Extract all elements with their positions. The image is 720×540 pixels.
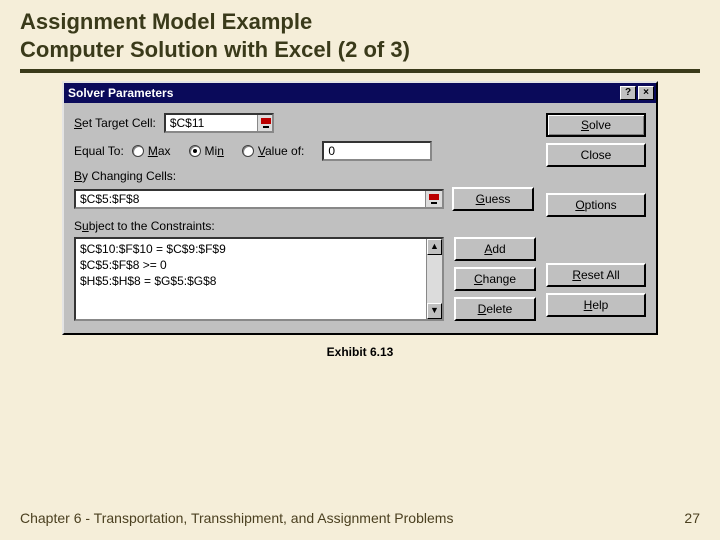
radio-dot-icon: [189, 145, 201, 157]
target-cell-input[interactable]: [164, 113, 274, 133]
constraints-label: Subject to the Constraints:: [74, 219, 536, 233]
radio-min-label: Min: [205, 144, 224, 158]
refedit-icon[interactable]: [257, 115, 272, 131]
radio-max[interactable]: Max: [132, 144, 171, 158]
slide-footer: Chapter 6 - Transportation, Transshipmen…: [20, 510, 700, 526]
changing-cells-input[interactable]: [74, 189, 444, 209]
guess-button[interactable]: Guess: [452, 187, 534, 211]
footer-left: Chapter 6 - Transportation, Transshipmen…: [20, 510, 453, 526]
exhibit-caption: Exhibit 6.13: [0, 345, 720, 359]
refedit-icon[interactable]: [425, 191, 442, 207]
by-changing-label: By Changing Cells:: [74, 169, 536, 183]
options-button[interactable]: Options: [546, 193, 646, 217]
list-item[interactable]: $C$10:$F$10 = $C$9:$F$9: [80, 241, 422, 257]
target-cell-field[interactable]: [166, 115, 257, 131]
close-icon[interactable]: ×: [638, 86, 654, 100]
changing-cells-field[interactable]: [76, 191, 425, 207]
page-number: 27: [684, 510, 700, 526]
dialog-title: Solver Parameters: [68, 86, 620, 100]
radio-dot-icon: [132, 145, 144, 157]
help-icon[interactable]: ?: [620, 86, 636, 100]
radio-value-of[interactable]: Value of:: [242, 144, 305, 158]
close-button[interactable]: Close: [546, 143, 646, 167]
set-target-label: Set Target Cell:: [74, 116, 156, 130]
help-button[interactable]: Help: [546, 293, 646, 317]
value-of-input[interactable]: [322, 141, 432, 161]
slide-title-line2: Computer Solution with Excel (2 of 3): [20, 36, 700, 64]
radio-valueof-label: Value of:: [258, 144, 305, 158]
equal-to-label: Equal To:: [74, 144, 124, 158]
slide-title-line1: Assignment Model Example: [20, 8, 700, 36]
list-item[interactable]: $C$5:$F$8 >= 0: [80, 257, 422, 273]
change-button[interactable]: Change: [454, 267, 536, 291]
title-divider: [20, 69, 700, 73]
reset-all-button[interactable]: Reset All: [546, 263, 646, 287]
titlebar[interactable]: Solver Parameters ? ×: [64, 83, 656, 103]
slide-title: Assignment Model Example Computer Soluti…: [0, 0, 720, 67]
radio-min[interactable]: Min: [189, 144, 224, 158]
radio-max-label: Max: [148, 144, 171, 158]
add-button[interactable]: Add: [454, 237, 536, 261]
radio-dot-icon: [242, 145, 254, 157]
constraints-items: $C$10:$F$10 = $C$9:$F$9 $C$5:$F$8 >= 0 $…: [76, 239, 426, 319]
list-item[interactable]: $H$5:$H$8 = $G$5:$G$8: [80, 273, 422, 289]
constraints-listbox[interactable]: $C$10:$F$10 = $C$9:$F$9 $C$5:$F$8 >= 0 $…: [74, 237, 444, 321]
solver-parameters-dialog: Solver Parameters ? × Set Target Cell: E…: [62, 81, 658, 335]
scroll-down-icon[interactable]: ▼: [427, 303, 442, 319]
scrollbar[interactable]: ▲ ▼: [426, 239, 442, 319]
delete-button[interactable]: Delete: [454, 297, 536, 321]
scroll-up-icon[interactable]: ▲: [427, 239, 442, 255]
solve-button[interactable]: Solve: [546, 113, 646, 137]
